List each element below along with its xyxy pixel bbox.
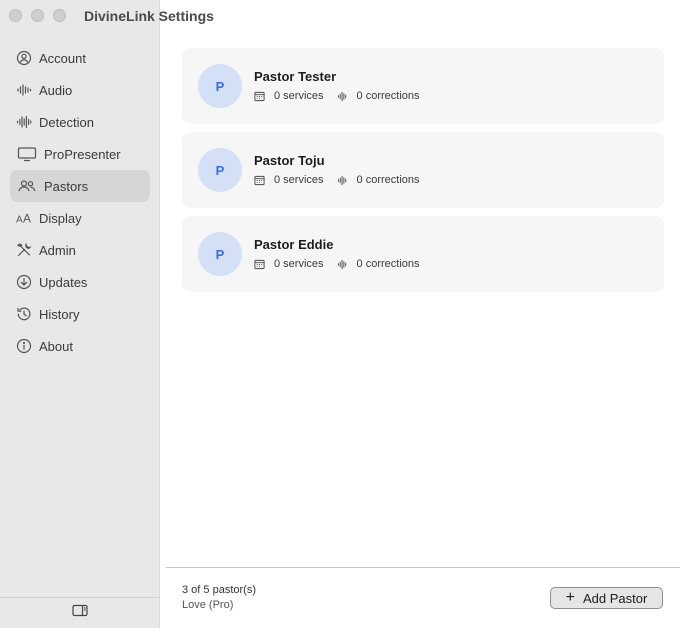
pastor-name: Pastor Eddie (254, 237, 334, 252)
pastor-card[interactable]: P Pastor Eddie 0 services 0 corrections (182, 216, 664, 292)
pastor-count: 3 of 5 pastor(s) (182, 584, 256, 596)
waveform-icon (337, 258, 349, 270)
close-window-button[interactable] (9, 9, 22, 22)
sidebar-item-label: History (39, 306, 80, 322)
avatar: P (198, 148, 242, 192)
corrections-count: 0 corrections (356, 174, 420, 186)
avatar: P (198, 232, 242, 276)
sidebar-item-label: Pastors (44, 178, 89, 194)
plus-icon: + (565, 589, 575, 606)
sidebar-item-label: About (39, 338, 73, 354)
corrections-count: 0 corrections (356, 90, 420, 102)
pastor-stats: 0 services 0 corrections (254, 174, 420, 186)
sidebar-item-detection[interactable]: Detection (10, 106, 150, 138)
sidebar-toggle-icon[interactable] (72, 604, 88, 622)
pastor-stats: 0 services 0 corrections (254, 258, 420, 270)
people-icon (16, 178, 37, 194)
text-size-icon: AA (16, 210, 32, 226)
sidebar-item-pastors[interactable]: Pastors (10, 170, 150, 202)
sidebar-item-admin[interactable]: Admin (10, 234, 150, 266)
info-circle-icon (16, 338, 32, 354)
services-count: 0 services (274, 90, 324, 102)
display-icon (16, 146, 37, 162)
avatar: P (198, 64, 242, 108)
pastor-name: Pastor Tester (254, 69, 337, 84)
sidebar-footer (0, 597, 160, 628)
main-content: P Pastor Tester 0 services 0 corrections… (160, 0, 680, 628)
waveform-icon (337, 90, 349, 102)
calendar-icon (254, 90, 266, 102)
pastor-card[interactable]: P Pastor Tester 0 services 0 corrections (182, 48, 664, 124)
sidebar-item-label: Detection (39, 114, 94, 130)
sidebar-item-account[interactable]: Account (10, 42, 150, 74)
add-pastor-label: Add Pastor (583, 590, 648, 606)
corrections-count: 0 corrections (356, 258, 420, 270)
sidebar-item-display[interactable]: AA Display (10, 202, 150, 234)
pastor-name: Pastor Toju (254, 153, 325, 168)
svg-text:A: A (16, 215, 23, 226)
plan-label: Love (Pro) (182, 599, 234, 611)
sidebar-item-label: Account (39, 50, 86, 66)
sidebar: Account Audio Detection ProPresenter Pas… (0, 0, 160, 628)
sidebar-item-label: Updates (39, 274, 88, 290)
sidebar-item-updates[interactable]: Updates (10, 266, 150, 298)
download-circle-icon (16, 274, 32, 290)
add-pastor-button[interactable]: + Add Pastor (550, 587, 663, 609)
zoom-window-button[interactable] (53, 9, 66, 22)
window-controls (9, 9, 66, 22)
pastor-card[interactable]: P Pastor Toju 0 services 0 corrections (182, 132, 664, 208)
sidebar-item-history[interactable]: History (10, 298, 150, 330)
clock-history-icon (16, 306, 32, 322)
sidebar-item-audio[interactable]: Audio (10, 74, 150, 106)
services-count: 0 services (274, 258, 324, 270)
sidebar-item-label: Audio (39, 82, 73, 98)
footer-divider (166, 567, 680, 568)
services-count: 0 services (274, 174, 324, 186)
person-circle-icon (16, 50, 32, 66)
pastor-stats: 0 services 0 corrections (254, 90, 420, 102)
sidebar-item-label: ProPresenter (44, 146, 121, 162)
calendar-icon (254, 258, 266, 270)
svg-text:A: A (23, 212, 31, 226)
sidebar-item-about[interactable]: About (10, 330, 150, 362)
sidebar-item-label: Display (39, 210, 82, 226)
waveform-icon (337, 174, 349, 186)
calendar-icon (254, 174, 266, 186)
sidebar-nav: Account Audio Detection ProPresenter Pas… (10, 42, 150, 362)
waveform-icon (16, 82, 32, 98)
minimize-window-button[interactable] (31, 9, 44, 22)
waveform-detect-icon (16, 114, 32, 130)
sidebar-item-propresenter[interactable]: ProPresenter (10, 138, 150, 170)
sidebar-item-label: Admin (39, 242, 76, 258)
tools-icon (16, 242, 32, 258)
